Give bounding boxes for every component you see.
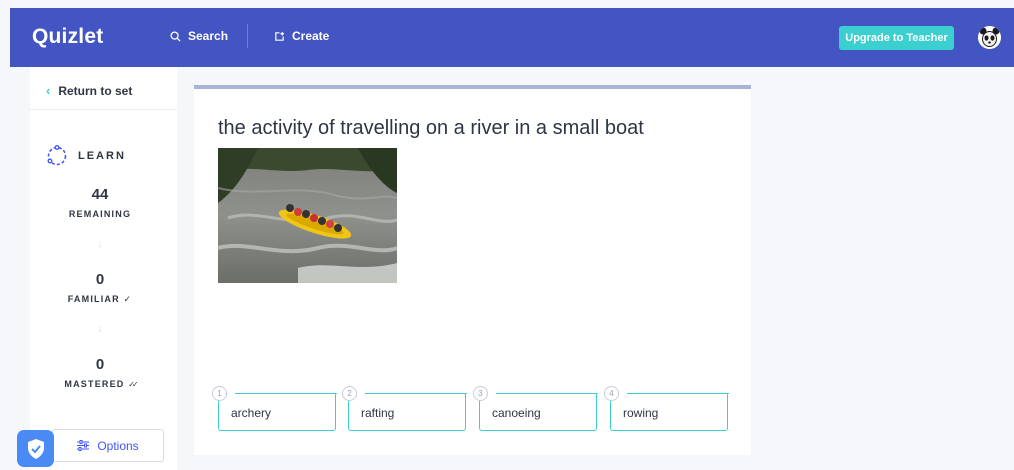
answer-option-4[interactable]: 4 rowing [604, 386, 729, 431]
create-label: Create [292, 29, 330, 43]
familiar-count: 0 [95, 271, 105, 288]
answer-option-2[interactable]: 2 rafting [342, 386, 467, 431]
remaining-label: REMAINING [68, 209, 132, 219]
remaining-stat: 44 REMAINING [30, 186, 170, 219]
familiar-stat: 0 FAMILIAR ✓ [30, 271, 170, 305]
question-card: the activity of travelling on a river in… [194, 85, 751, 455]
security-extension-badge[interactable] [17, 430, 54, 467]
upgrade-to-teacher-button[interactable]: Upgrade to Teacher [839, 26, 954, 50]
learn-mode-label: LEARN [78, 150, 126, 162]
options-button[interactable]: Options [52, 429, 164, 462]
quizlet-logo[interactable]: Quizlet [32, 25, 103, 49]
shield-check-icon [27, 438, 44, 459]
search-icon [170, 30, 181, 42]
card-progress-bar [194, 85, 751, 89]
learn-mode-header: LEARN [46, 145, 126, 167]
mastered-stat: 0 MASTERED ✓✓ [30, 356, 170, 389]
return-to-set-label: Return to set [58, 83, 133, 98]
avatar[interactable] [978, 26, 1001, 49]
settings-sliders-icon [77, 440, 90, 451]
create-button[interactable]: Create [274, 29, 329, 43]
panda-avatar-icon [978, 26, 1001, 49]
answer-number-badge: 2 [342, 386, 357, 401]
answer-option-3[interactable]: 3 canoeing [473, 386, 598, 431]
check-icon: ✓ [123, 294, 133, 304]
options-label: Options [97, 438, 139, 453]
answer-text: rafting [361, 406, 395, 420]
arrow-down-icon: ↓ [97, 323, 103, 335]
mastered-count: 0 [95, 356, 105, 373]
answer-number-badge: 4 [604, 386, 619, 401]
answer-option-1[interactable]: 1 archery [212, 386, 337, 431]
answer-number-badge: 3 [473, 386, 488, 401]
answer-number-badge: 1 [212, 386, 227, 401]
remaining-count: 44 [91, 186, 109, 203]
rafting-photo [218, 148, 397, 283]
top-navigation-bar: Quizlet Search Create Upgrade to Teacher [10, 8, 1014, 67]
learn-mode-icon [47, 145, 67, 166]
return-to-set-link[interactable]: ‹ Return to set [46, 83, 132, 98]
sidebar-divider [30, 109, 177, 110]
nav-divider [247, 24, 248, 48]
double-check-icon: ✓✓ [128, 380, 139, 389]
mastered-label: MASTERED ✓✓ [64, 379, 139, 389]
chevron-left-icon: ‹ [46, 83, 51, 98]
question-prompt: the activity of travelling on a river in… [218, 117, 644, 139]
create-icon [275, 31, 285, 41]
answer-text: archery [231, 406, 272, 420]
arrow-down-icon: ↓ [97, 238, 103, 250]
search-label: Search [188, 29, 229, 43]
answer-text: rowing [623, 406, 659, 420]
search-button[interactable]: Search [170, 29, 228, 43]
familiar-label: FAMILIAR ✓ [67, 294, 133, 304]
answer-text: canoeing [492, 406, 541, 420]
learn-sidebar: ‹ Return to set LEARN 44 REMAINING ↓ 0 F… [30, 67, 177, 470]
